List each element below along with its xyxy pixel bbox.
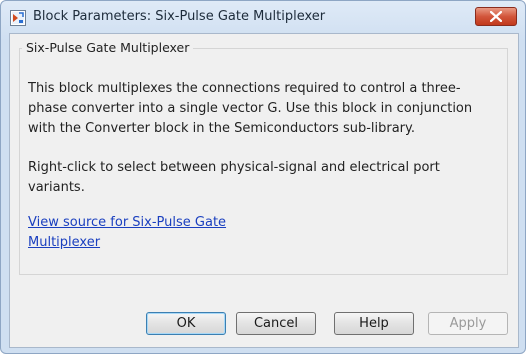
description-groupbox: Six-Pulse Gate Multiplexer This block mu… <box>19 40 508 275</box>
help-button[interactable]: Help <box>334 312 414 335</box>
block-description: This block multiplexes the connections r… <box>28 81 473 136</box>
cancel-button[interactable]: Cancel <box>236 312 316 335</box>
dialog-window: Block Parameters: Six-Pulse Gate Multipl… <box>0 0 526 354</box>
simulink-block-icon <box>10 10 26 26</box>
close-icon <box>490 11 502 22</box>
dialog-body: Six-Pulse Gate Multiplexer This block mu… <box>9 33 519 348</box>
groupbox-title: Six-Pulse Gate Multiplexer <box>22 40 194 55</box>
title-bar[interactable]: Block Parameters: Six-Pulse Gate Multipl… <box>1 1 525 33</box>
view-source-link-line1[interactable]: View source for Six-Pulse Gate <box>28 215 226 230</box>
view-source-link-line2[interactable]: Multiplexer <box>28 235 100 250</box>
port-variant-note: Right-click to select between physical-s… <box>28 160 440 195</box>
apply-button[interactable]: Apply <box>428 312 508 335</box>
window-title: Block Parameters: Six-Pulse Gate Multipl… <box>33 9 326 24</box>
ok-button[interactable]: OK <box>146 312 226 335</box>
view-source-link[interactable]: View source for Six-Pulse Gate Multiplex… <box>28 213 258 253</box>
close-button[interactable] <box>475 7 517 26</box>
